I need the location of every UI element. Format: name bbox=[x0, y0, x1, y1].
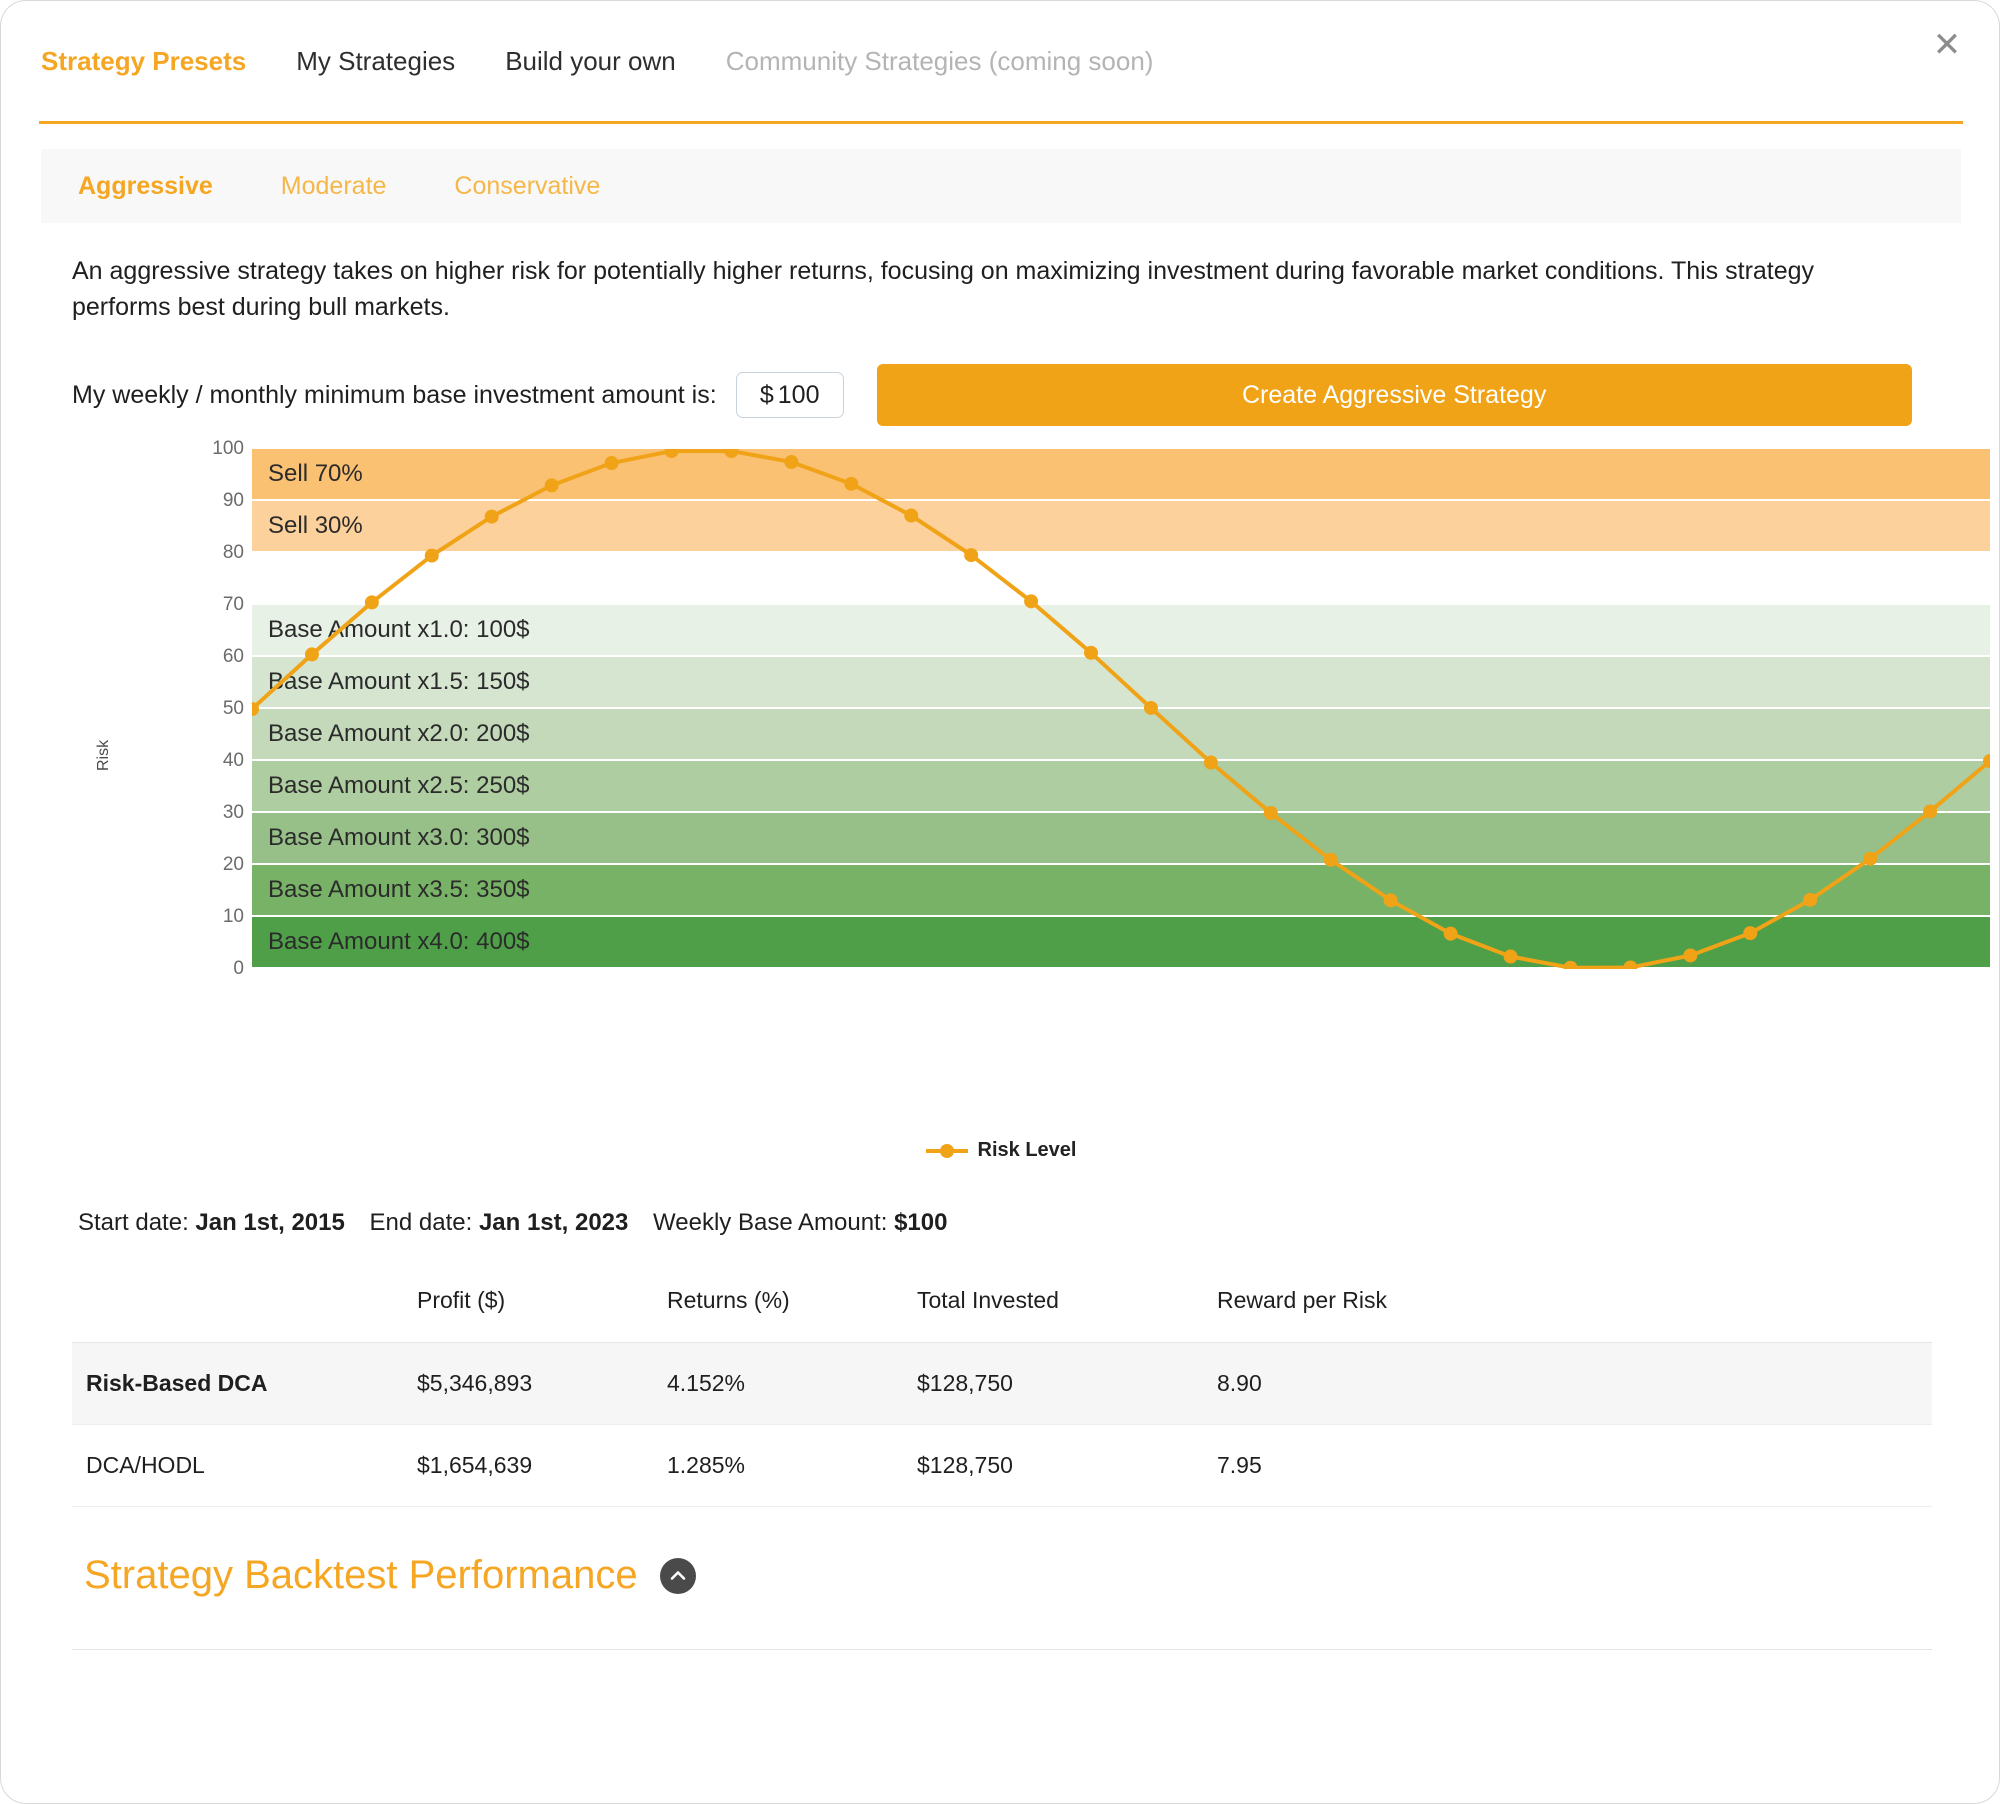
risk-level-point[interactable] bbox=[604, 456, 619, 471]
col-header-returns: Returns (%) bbox=[667, 1287, 790, 1314]
subtab-conservative[interactable]: Conservative bbox=[454, 172, 600, 201]
y-tick-100: 100 bbox=[212, 438, 244, 459]
base-amount-label: Weekly Base Amount: bbox=[653, 1209, 888, 1236]
chart-plot-area: Sell 70% Sell 30% Base Amount x1.0: 100$ Ba… bbox=[252, 449, 1990, 969]
risk-level-point[interactable] bbox=[904, 508, 919, 523]
base-amount-value: 100 bbox=[777, 380, 820, 409]
row-reward-per-risk: 7.95 bbox=[1217, 1451, 1262, 1478]
start-date-value: Jan 1st, 2015 bbox=[195, 1209, 345, 1236]
y-tick-50: 50 bbox=[222, 698, 244, 719]
risk-level-point[interactable] bbox=[1623, 960, 1638, 969]
tab-build-your-own[interactable]: Build your own bbox=[505, 46, 676, 77]
risk-level-point[interactable] bbox=[844, 476, 859, 491]
col-header-strategy bbox=[72, 1260, 417, 1342]
row-total-invested: $128,750 bbox=[917, 1451, 1013, 1478]
risk-level-point[interactable] bbox=[1503, 949, 1518, 964]
row-profit: $5,346,893 bbox=[417, 1369, 533, 1396]
risk-level-point[interactable] bbox=[1203, 755, 1218, 770]
col-header-reward-per-risk: Reward per Risk bbox=[1217, 1287, 1387, 1314]
risk-level-point[interactable] bbox=[544, 478, 559, 493]
risk-profile-tabbar: Aggressive Moderate Conservative bbox=[41, 149, 1961, 223]
investment-input-row: My weekly / monthly minimum base investm… bbox=[72, 364, 1932, 426]
y-tick-10: 10 bbox=[222, 906, 244, 927]
risk-level-point[interactable] bbox=[424, 548, 439, 563]
results-table: Profit ($) Returns (%) Total Invested Re… bbox=[72, 1260, 1932, 1507]
risk-level-point[interactable] bbox=[1323, 852, 1338, 867]
risk-level-chart: 100 90 80 70 60 50 40 30 20 10 0 Sell 70% Sell 30% B… bbox=[72, 438, 1990, 979]
results-table-body: Risk-Based DCA $5,346,893 4.152% $128,75… bbox=[72, 1342, 1932, 1506]
row-profit: $1,654,639 bbox=[417, 1451, 533, 1478]
legend-label-risk-level: Risk Level bbox=[977, 1139, 1077, 1161]
table-header-row: Profit ($) Returns (%) Total Invested Re… bbox=[72, 1260, 1932, 1342]
row-total-invested: $128,750 bbox=[917, 1369, 1013, 1396]
row-returns: 4.152% bbox=[667, 1369, 746, 1396]
legend-marker-icon bbox=[925, 1143, 968, 1158]
table-row: Risk-Based DCA $5,346,893 4.152% $128,75… bbox=[72, 1342, 1932, 1424]
backtest-parameters: Start date: Jan 1st, 2015 End date: Jan … bbox=[78, 1209, 947, 1237]
risk-level-point[interactable] bbox=[1084, 645, 1099, 660]
risk-level-point[interactable] bbox=[1803, 892, 1818, 907]
investment-amount-label: My weekly / monthly minimum base investm… bbox=[72, 380, 717, 409]
chevron-up-icon[interactable] bbox=[659, 1557, 696, 1594]
risk-level-line bbox=[252, 449, 1990, 969]
subtab-aggressive[interactable]: Aggressive bbox=[78, 172, 213, 201]
risk-level-point[interactable] bbox=[1443, 926, 1458, 941]
risk-level-point[interactable] bbox=[1563, 960, 1578, 969]
risk-level-path bbox=[252, 449, 1990, 969]
row-strategy-name: DCA/HODL bbox=[86, 1451, 205, 1478]
col-header-profit: Profit ($) bbox=[417, 1287, 506, 1314]
y-tick-40: 40 bbox=[222, 750, 244, 771]
risk-level-point[interactable] bbox=[1683, 948, 1698, 963]
y-tick-80: 80 bbox=[222, 542, 244, 563]
risk-level-point[interactable] bbox=[964, 548, 979, 563]
risk-level-point[interactable] bbox=[1383, 893, 1398, 908]
strategy-description: An aggressive strategy takes on higher r… bbox=[72, 257, 1815, 322]
y-tick-90: 90 bbox=[222, 490, 244, 511]
risk-level-point[interactable] bbox=[1143, 700, 1158, 715]
base-amount-value: $100 bbox=[894, 1209, 948, 1236]
risk-level-point[interactable] bbox=[1024, 594, 1039, 609]
tab-my-strategies[interactable]: My Strategies bbox=[296, 46, 455, 77]
backtest-performance-section: Strategy Backtest Performance bbox=[84, 1553, 696, 1598]
tab-strategy-presets[interactable]: Strategy Presets bbox=[41, 46, 246, 77]
row-reward-per-risk: 8.90 bbox=[1217, 1369, 1262, 1396]
risk-level-point[interactable] bbox=[1863, 851, 1878, 866]
col-header-total-invested: Total Invested bbox=[917, 1287, 1059, 1314]
y-tick-60: 60 bbox=[222, 646, 244, 667]
tab-community-strategies: Community Strategies (coming soon) bbox=[725, 45, 1154, 76]
subtab-moderate[interactable]: Moderate bbox=[281, 172, 387, 201]
end-date-value: Jan 1st, 2023 bbox=[478, 1209, 629, 1236]
results-table-head: Profit ($) Returns (%) Total Invested Re… bbox=[72, 1260, 1932, 1342]
chevron-up-glyph bbox=[670, 1570, 685, 1580]
table-row: DCA/HODL $1,654,639 1.285% $128,750 7.95 bbox=[72, 1424, 1932, 1506]
create-strategy-button[interactable]: Create Aggressive Strategy bbox=[876, 364, 1912, 426]
main-tabbar: Strategy Presets My Strategies Build you… bbox=[1, 1, 1999, 121]
y-tick-20: 20 bbox=[222, 854, 244, 875]
risk-level-point[interactable] bbox=[1263, 806, 1278, 820]
row-returns: 1.285% bbox=[667, 1451, 746, 1478]
y-tick-30: 30 bbox=[222, 802, 244, 823]
risk-level-point[interactable] bbox=[784, 455, 799, 469]
risk-level-point[interactable] bbox=[364, 595, 379, 610]
risk-level-point[interactable] bbox=[1743, 926, 1758, 941]
currency-symbol: $ bbox=[759, 380, 774, 409]
risk-level-point[interactable] bbox=[304, 647, 319, 662]
strategy-presets-modal: Strategy Presets My Strategies Build you… bbox=[0, 0, 2000, 1804]
start-date-label: Start date: bbox=[78, 1209, 189, 1236]
close-icon[interactable]: ✕ bbox=[1925, 23, 1969, 67]
y-tick-70: 70 bbox=[222, 594, 244, 615]
chart-y-ticks: 100 90 80 70 60 50 40 30 20 10 0 bbox=[182, 438, 244, 979]
backtest-performance-title: Strategy Backtest Performance bbox=[84, 1553, 638, 1597]
risk-level-point[interactable] bbox=[724, 449, 739, 459]
y-tick-0: 0 bbox=[233, 958, 244, 979]
end-date-label: End date: bbox=[369, 1209, 473, 1236]
risk-level-point[interactable] bbox=[1923, 804, 1938, 819]
risk-level-point[interactable] bbox=[484, 509, 499, 524]
chart-legend: Risk Level bbox=[1, 1139, 1999, 1162]
risk-level-point[interactable] bbox=[664, 449, 679, 459]
section-divider bbox=[72, 1649, 1932, 1650]
tabbar-underline bbox=[39, 121, 1963, 124]
base-amount-input[interactable]: $ 100 bbox=[735, 372, 844, 418]
row-strategy-name: Risk-Based DCA bbox=[86, 1369, 268, 1396]
